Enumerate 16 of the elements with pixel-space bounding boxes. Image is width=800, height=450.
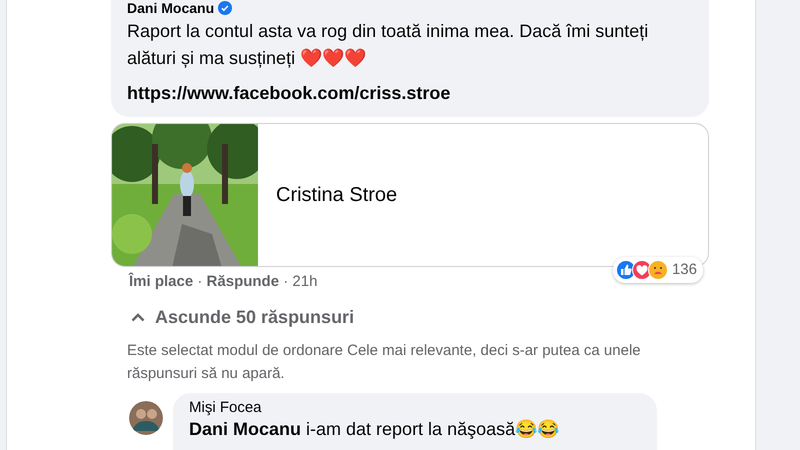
reply-author-name[interactable]: Mişi Focea xyxy=(189,399,645,417)
link-title: Cristina Stroe xyxy=(276,183,398,208)
action-link[interactable]: Îmi place xyxy=(129,273,194,290)
separator: · xyxy=(282,273,290,290)
reply-text: Dani Mocanu i-am dat report la năşoasă😂😂 xyxy=(189,418,560,441)
chevron-icon xyxy=(131,313,145,322)
reactions-summary[interactable]: 136 xyxy=(612,256,703,283)
author-name[interactable]: Dani Mocanu xyxy=(127,0,214,16)
link[interactable]: https://www.facebook.com/criss.stroe xyxy=(127,80,450,106)
sort-notice: Este selectat modul de ordonare Cele mai relevante, deci s-ar putea ca unele răspunsuri să nu apară. xyxy=(126,341,642,384)
timestamp: 21h xyxy=(292,273,318,290)
action-link[interactable]: Răspunde xyxy=(206,273,280,290)
separator: · xyxy=(196,273,204,290)
avatar[interactable] xyxy=(129,401,163,435)
toggle-replies-button[interactable]: Ascunde 50 răspunsuri xyxy=(131,304,354,331)
comment-text: Raport la contul asta va rog din toată inima mea. Dacă îmi sunteți alături și ma susțineți ❤❤❤ xyxy=(127,20,650,70)
